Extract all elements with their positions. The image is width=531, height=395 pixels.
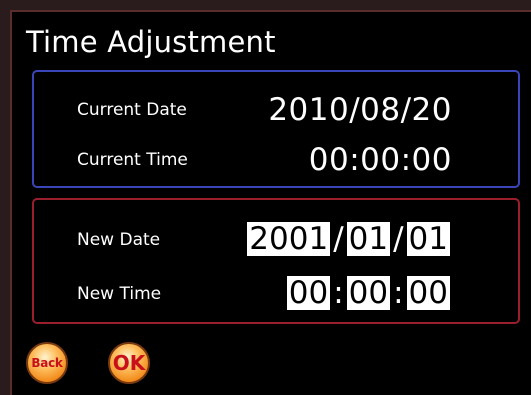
current-time-label: Current Time <box>77 150 188 170</box>
current-time-value: 00:00:00 <box>308 142 452 178</box>
new-second-field[interactable]: 00 <box>406 276 450 310</box>
new-month-field[interactable]: 01 <box>346 222 391 256</box>
new-time-editor: 00 : 00 : 00 <box>286 275 450 311</box>
new-hour-field[interactable]: 00 <box>286 276 331 310</box>
current-date-label: Current Date <box>77 100 187 120</box>
new-datetime-panel: New Date 2001 / 01 / 01 New Time 00 : 00… <box>32 198 520 324</box>
back-button[interactable]: Back <box>26 342 68 384</box>
current-date-value: 2010/08/20 <box>268 92 452 128</box>
date-separator: / <box>393 221 404 257</box>
current-datetime-panel: Current Date 2010/08/20 Current Time 00:… <box>32 70 520 188</box>
new-date-editor: 2001 / 01 / 01 <box>247 222 450 256</box>
page-title: Time Adjustment <box>26 25 276 59</box>
ok-button[interactable]: OK <box>108 342 150 384</box>
new-time-label: New Time <box>77 284 162 304</box>
time-separator: : <box>333 275 344 311</box>
new-minute-field[interactable]: 00 <box>346 276 391 310</box>
date-separator: / <box>333 221 344 257</box>
time-adjustment-screen: Time Adjustment Current Date 2010/08/20 … <box>10 10 531 395</box>
new-year-field[interactable]: 2001 <box>247 222 331 256</box>
new-day-field[interactable]: 01 <box>406 222 450 256</box>
new-date-label: New Date <box>77 230 161 250</box>
time-separator: : <box>393 275 404 311</box>
